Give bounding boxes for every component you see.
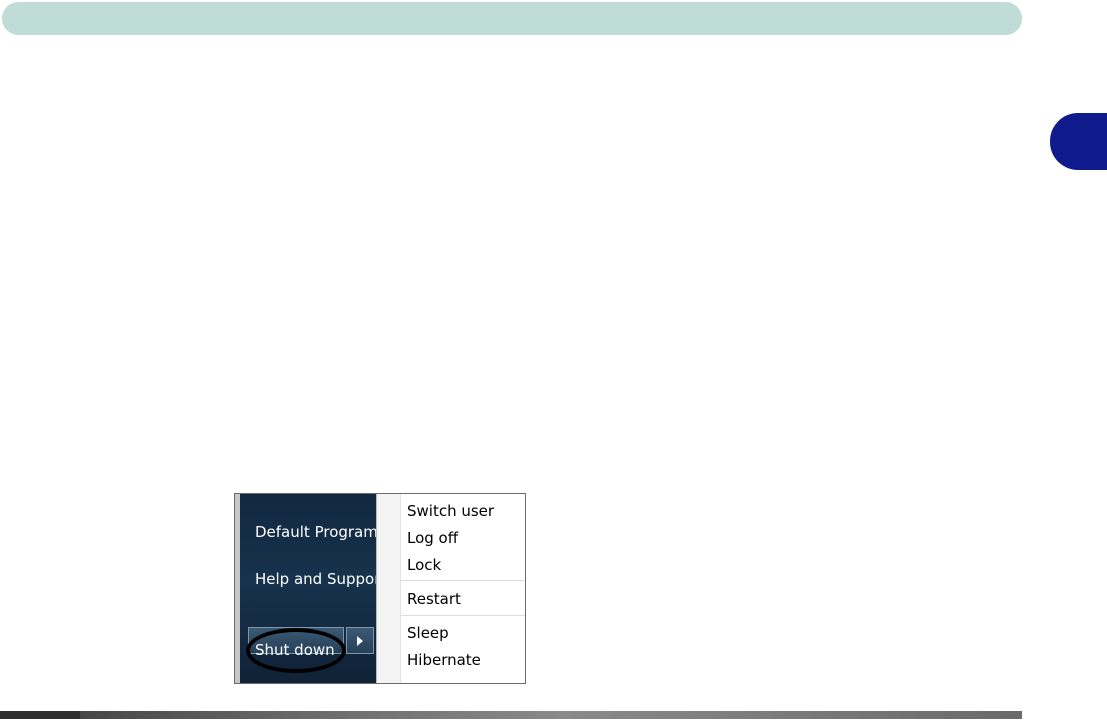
- shutdown-menu-screenshot: Default Program Help and Suppor Shut dow…: [234, 493, 526, 684]
- page-footer-line: [0, 711, 1022, 719]
- menu-icon-gutter: [377, 494, 401, 683]
- page-header-bar: [2, 2, 1022, 35]
- power-options-menu: Switch user Log off Lock Restart Sleep H…: [376, 494, 525, 683]
- menu-separator: [401, 615, 525, 616]
- menu-item-restart[interactable]: Restart: [407, 590, 461, 608]
- highlight-circle: [246, 628, 346, 673]
- menu-item-lock[interactable]: Lock: [407, 556, 441, 574]
- menu-item-switch-user[interactable]: Switch user: [407, 502, 494, 520]
- chapter-tab: [1050, 113, 1107, 170]
- menu-item-hibernate[interactable]: Hibernate: [407, 651, 481, 669]
- shutdown-options-button[interactable]: [346, 627, 374, 654]
- menu-separator: [401, 580, 525, 581]
- menu-item-log-off[interactable]: Log off: [407, 529, 458, 547]
- start-menu-item-help-and-support[interactable]: Help and Suppor: [255, 570, 380, 588]
- chevron-right-icon: [357, 635, 363, 646]
- start-menu-item-default-programs[interactable]: Default Program: [255, 523, 378, 541]
- footer-line-segment: [0, 711, 80, 719]
- menu-item-sleep[interactable]: Sleep: [407, 624, 449, 642]
